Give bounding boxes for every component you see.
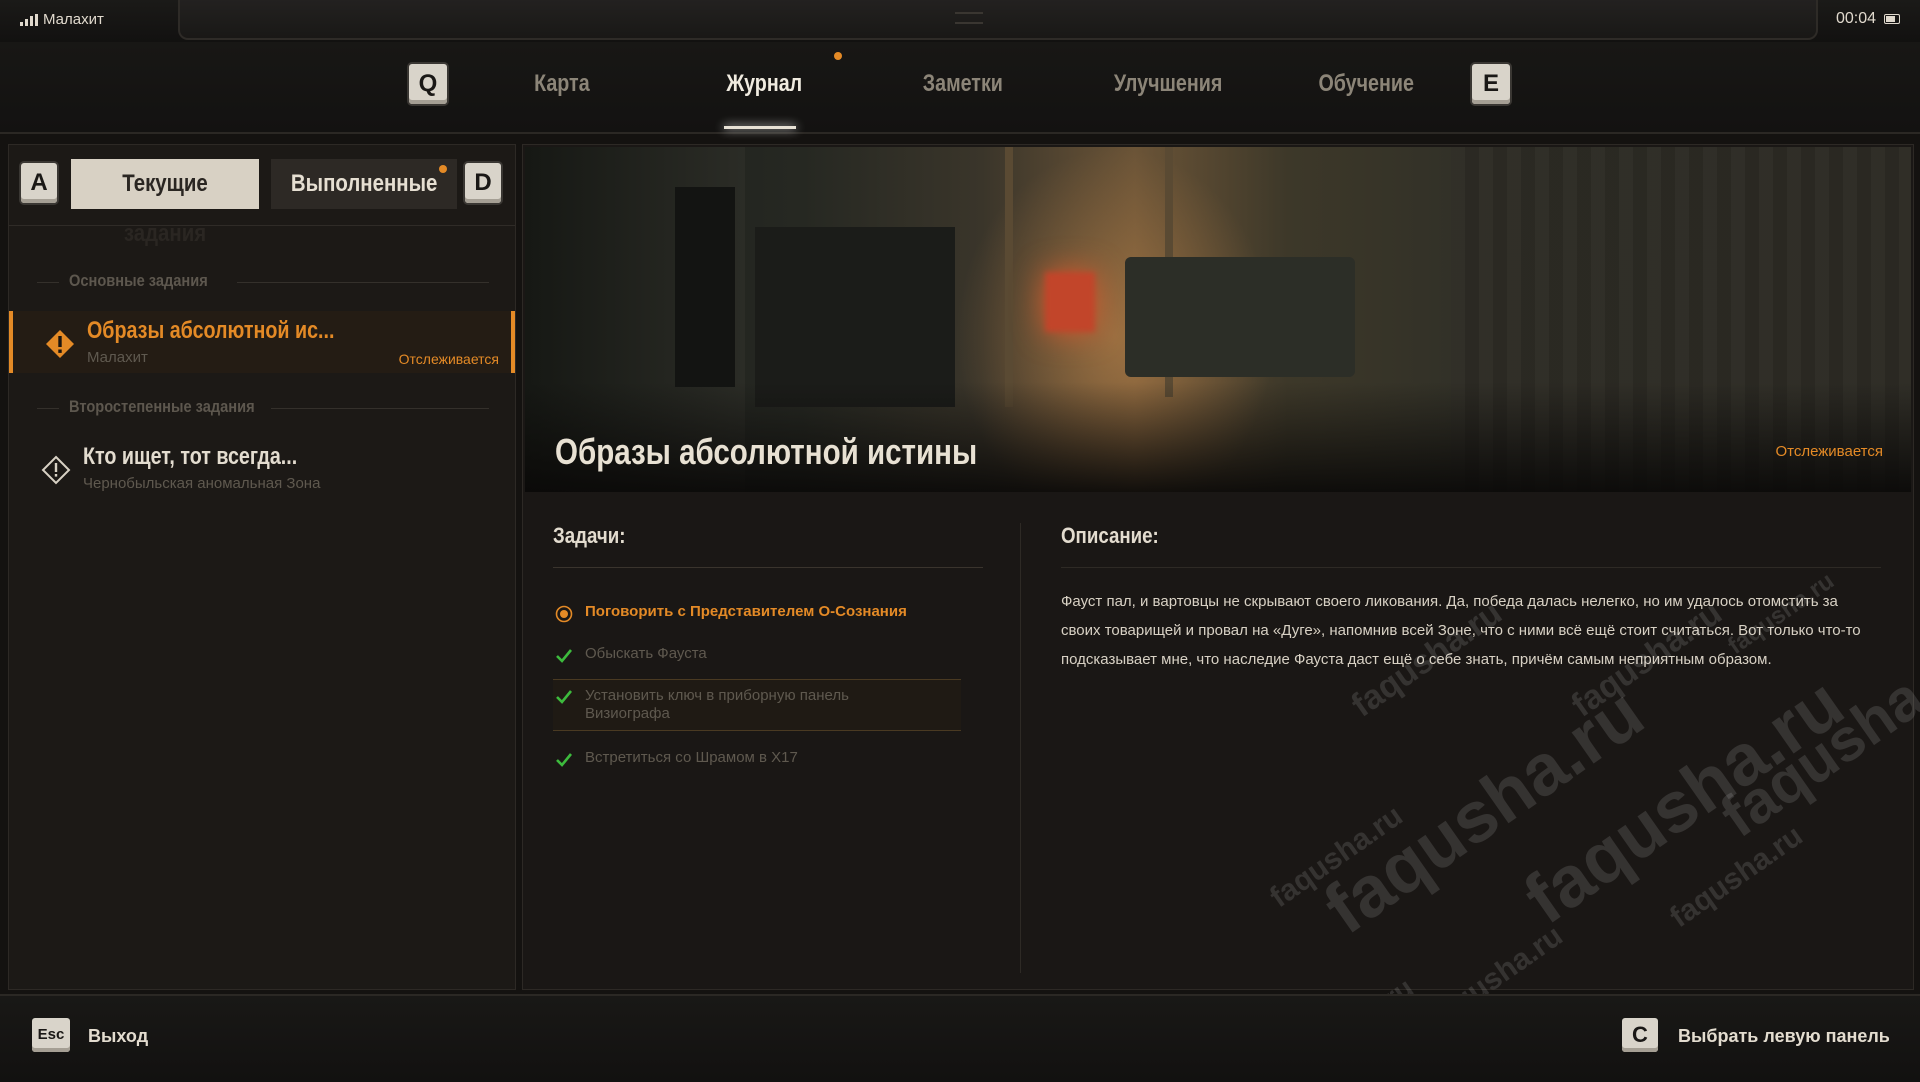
banner-beam [1005,147,1013,407]
tasks-heading-text: Задачи: [553,523,626,548]
clock-time: 00:04 [1835,10,1876,27]
divider [271,408,489,409]
tracked-label: Отслеживается [1775,443,1883,460]
tab-current-quests[interactable]: Текущие задания [71,159,259,247]
banner-door [675,187,735,387]
task-text: Встретиться со Шрамом в X17 [585,749,798,766]
tab-journal[interactable]: Журнал [726,70,802,98]
main-quests-heading-text: Основные задания [69,271,208,290]
notification-dot [439,165,447,173]
main-quest-icon [46,330,74,358]
quest-detail-title-text: Образы абсолютной истины [555,431,978,472]
quest-detail-panel: Образы абсолютной истины Отслеживается З… [522,144,1914,990]
main-quests-heading: Основные задания [69,271,230,291]
quest-item-main[interactable]: Образы абсолютной ис... Малахит Отслежив… [9,311,515,373]
battery-icon [1884,14,1900,24]
quest-title-text: Кто ищет, тот всегда... [83,443,298,470]
status-bar: Малахит 00:04 [0,0,1920,43]
tab-upgrades[interactable]: Улучшения [1114,70,1222,98]
divider [1020,523,1021,973]
quest-item-side[interactable]: Кто ищет, тот всегда... Чернобыльская ан… [9,437,515,499]
task-item[interactable]: Обыскать Фауста [553,645,963,667]
nav-prev-key[interactable]: Q [409,64,447,104]
side-quest-icon [41,455,71,485]
tasks-heading: Задачи: [553,523,638,549]
tab-completed-quests[interactable]: Выполненные [271,159,457,209]
network-name: Малахит [43,11,104,28]
tab-current-label: Текущие задания [122,170,208,247]
status-notch [955,12,983,24]
divider [37,282,59,283]
task-item[interactable]: Поговорить с Представителем О-Сознания [553,603,963,625]
quest-banner-image: Образы абсолютной истины Отслеживается [525,147,1911,492]
side-quests-heading: Второстепенные задания [69,397,285,417]
active-tab-indicator [724,126,796,129]
network-indicator: Малахит [20,11,104,28]
tab-map[interactable]: Карта [534,70,590,98]
checkmark-icon [556,690,573,704]
select-panel-label[interactable]: Выбрать левую панель [1678,1026,1890,1047]
quest-title: Кто ищет, тот всегда... [83,443,344,471]
quest-list-panel: A Текущие задания Выполненные D Основные… [8,144,516,990]
quest-detail-title: Образы абсолютной истины [555,431,1070,473]
task-text: Поговорить с Представителем О-Сознания [585,603,907,620]
banner-container [755,227,955,407]
divider [553,567,983,568]
quest-title-text: Образы абсолютной ис... [87,317,335,344]
description-heading: Описание: [1061,523,1176,549]
status-frame [178,0,1818,40]
quest-description: Фауст пал, и вартовцы не скрывают своего… [1061,593,1861,668]
divider [37,408,59,409]
banner-red-light [1045,272,1095,332]
quest-subtabs: A Текущие задания Выполненные D [9,145,515,247]
nav-next-key[interactable]: E [1472,64,1510,104]
select-panel-key[interactable]: C [1622,1018,1658,1052]
exit-key[interactable]: Esc [32,1018,70,1052]
tab-tutorial[interactable]: Обучение [1318,70,1413,98]
description-heading-text: Описание: [1061,523,1159,548]
tab-completed-label: Выполненные [290,170,438,197]
main-navigation: Q Карта Журнал Заметки Улучшения Обучени… [0,42,1920,134]
task-item[interactable]: Установить ключ в приборную панель Визио… [553,679,961,731]
checkmark-icon [556,753,573,767]
clock: 00:04 [1836,10,1900,28]
subtab-prev-key[interactable]: A [21,163,57,203]
banner-truck [1125,257,1355,377]
tab-notes[interactable]: Заметки [923,70,1003,98]
quest-title: Образы абсолютной ис... [87,317,389,345]
task-text: Установить ключ в приборную панель Визио… [585,687,849,722]
tracked-label: Отслеживается [398,351,499,367]
divider [1061,567,1881,568]
subtab-next-key[interactable]: D [465,163,501,203]
side-quests-heading-text: Второстепенные задания [69,397,255,416]
target-icon [555,605,573,623]
task-text: Обыскать Фауста [585,645,707,662]
checkmark-icon [556,649,573,663]
quest-location: Чернобыльская аномальная Зона [83,475,321,492]
notification-dot [834,52,842,60]
divider [237,282,489,283]
exit-label[interactable]: Выход [88,1026,148,1047]
task-item[interactable]: Встретиться со Шрамом в X17 [553,749,963,771]
bottom-bar: Esc Выход C Выбрать левую панель [0,994,1920,1082]
signal-icon [20,13,38,26]
quest-location: Малахит [87,349,148,366]
